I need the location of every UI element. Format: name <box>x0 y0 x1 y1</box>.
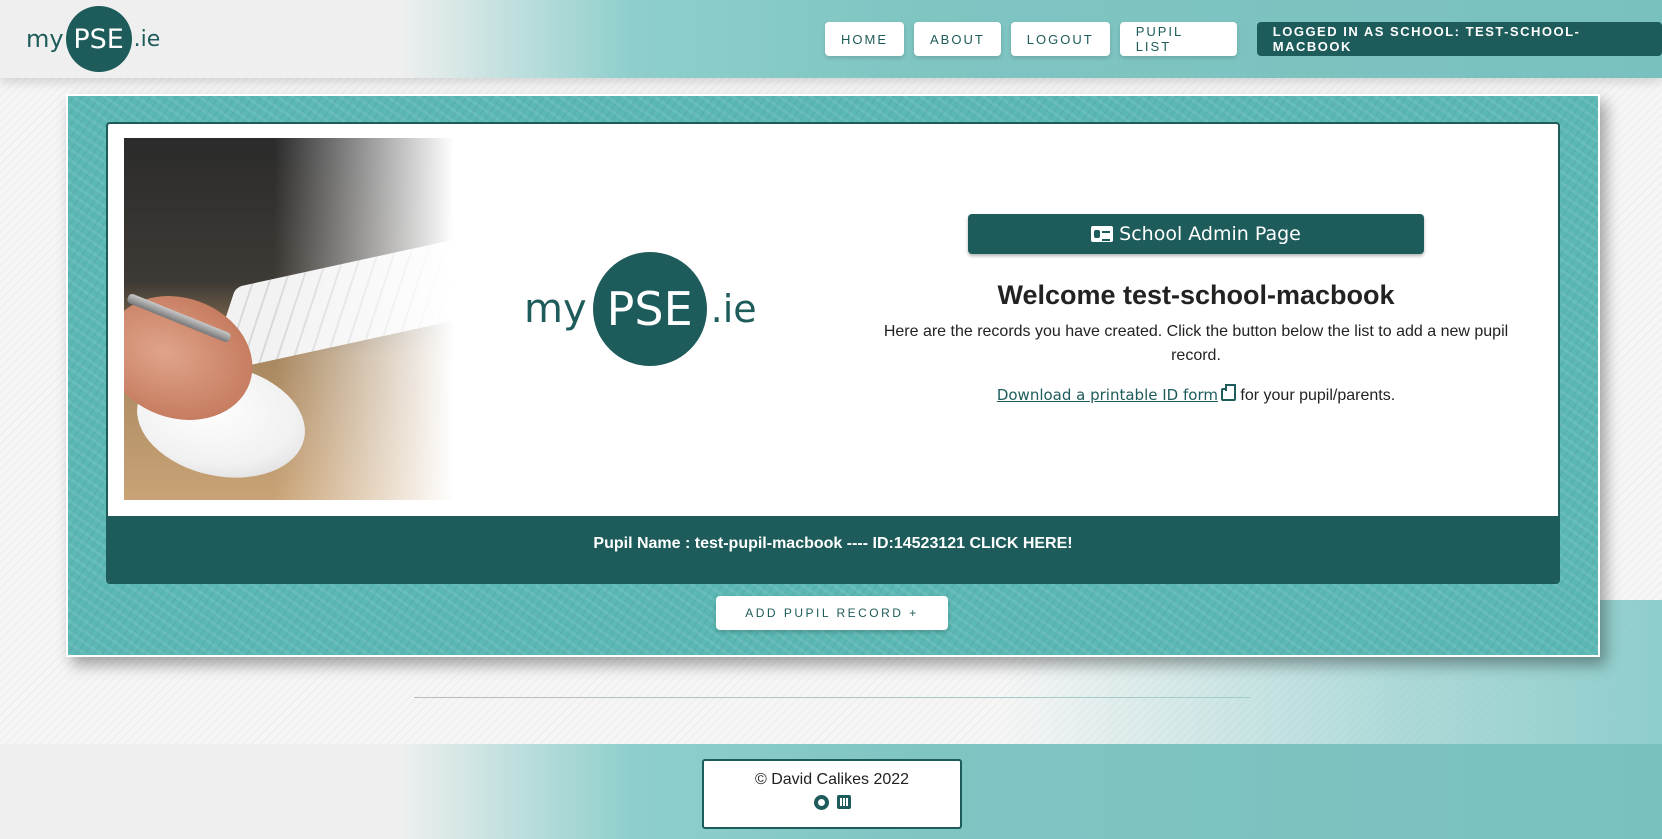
welcome-heading: Welcome test-school-macbook <box>997 280 1395 310</box>
download-link-text: Download a printable ID form <box>996 386 1218 404</box>
pupil-record-row[interactable]: Pupil Name : test-pupil-macbook ---- ID:… <box>108 516 1558 582</box>
github-icon[interactable] <box>813 795 829 810</box>
main-nav: HOME ABOUT LOGOUT PUPIL LIST LOGGED IN A… <box>825 22 1662 56</box>
nav-home-button[interactable]: HOME <box>825 22 904 56</box>
brand-mark: PSE <box>65 6 132 72</box>
login-status-badge: LOGGED IN AS SCHOOL: TEST-SCHOOL-MACBOOK <box>1256 22 1662 56</box>
image-fade <box>274 138 454 500</box>
logo-suffix: .ie <box>710 287 757 331</box>
brand-prefix: my <box>26 25 64 53</box>
admin-card: my PSE .ie School Admin Page Welcome tes… <box>106 122 1560 584</box>
download-after-text: for your pupil/parents. <box>1235 387 1396 404</box>
site-header: my PSE .ie HOME ABOUT LOGOUT PUPIL LIST … <box>0 0 1662 78</box>
footer-box: © David Calikes 2022 <box>702 759 962 829</box>
nav-logout-button[interactable]: LOGOUT <box>1010 22 1110 56</box>
linkedin-icon[interactable] <box>836 795 851 809</box>
hero-image <box>124 138 454 500</box>
center-logo: my PSE .ie <box>524 252 757 366</box>
school-admin-page-label: School Admin Page <box>1119 223 1301 245</box>
footer-divider <box>414 697 1250 698</box>
logo-prefix: my <box>524 286 587 332</box>
id-card-icon <box>1091 226 1114 242</box>
add-pupil-record-button[interactable]: ADD PUPIL RECORD + <box>716 596 948 630</box>
school-admin-page-button[interactable]: School Admin Page <box>968 214 1424 254</box>
print-icon <box>1220 384 1236 401</box>
brand-logo[interactable]: my PSE .ie <box>26 6 160 72</box>
social-links <box>704 795 960 810</box>
copyright-text: © David Calikes 2022 <box>754 771 910 788</box>
pupil-record-text: Pupil Name : test-pupil-macbook ---- ID:… <box>593 535 1073 552</box>
download-id-form-link[interactable]: Download a printable ID form <box>996 384 1236 404</box>
main-panel: my PSE .ie School Admin Page Welcome tes… <box>66 94 1600 657</box>
brand-suffix: .ie <box>133 26 161 52</box>
nav-pupil-list-button[interactable]: PUPIL LIST <box>1119 22 1237 56</box>
site-footer: © David Calikes 2022 <box>0 744 1662 839</box>
nav-about-button[interactable]: ABOUT <box>914 22 1001 56</box>
intro-text: Here are the records you have created. C… <box>883 323 1509 364</box>
logo-mark: PSE <box>592 252 707 366</box>
download-line: Download a printable ID form for your pu… <box>868 384 1524 405</box>
